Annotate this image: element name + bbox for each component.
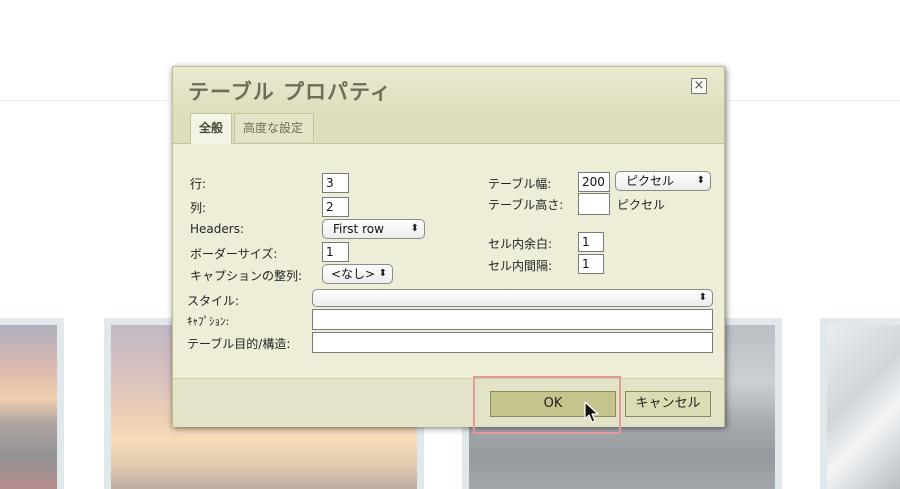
mouse-pointer-icon	[584, 401, 599, 423]
cancel-button[interactable]: キャンセル	[625, 391, 711, 417]
headers-label: Headers:	[190, 222, 244, 236]
table-properties-dialog: テーブル プロパティ × 全般 高度な設定 行: 3 列: 2 Headers:…	[172, 66, 725, 427]
border-input[interactable]: 1	[322, 242, 349, 262]
close-icon[interactable]: ×	[691, 78, 707, 94]
caption-align-value: <なし>	[331, 267, 376, 281]
cols-label: 列:	[190, 201, 207, 215]
cellpadding-label: セル内余白:	[488, 237, 553, 251]
dialog-footer: OK キャンセル	[173, 378, 724, 427]
caption-align-select[interactable]: <なし> ⬍	[322, 264, 393, 284]
dialog-tabs: 全般 高度な設定	[173, 113, 724, 144]
cellspacing-label: セル内間隔:	[488, 259, 553, 273]
chevron-updown-icon: ⬍	[696, 175, 705, 186]
caption-label: ｷｬﾌﾟｼｮﾝ:	[187, 315, 230, 328]
tab-general[interactable]: 全般	[190, 113, 232, 144]
tab-advanced[interactable]: 高度な設定	[234, 113, 314, 142]
chevron-updown-icon: ⬍	[698, 292, 707, 303]
width-input[interactable]: 200	[578, 172, 610, 192]
summary-label: テーブル目的/構造:	[187, 337, 291, 351]
width-label: テーブル幅:	[488, 177, 552, 191]
dialog-titlebar: テーブル プロパティ ×	[173, 67, 724, 113]
headers-select[interactable]: First row ⬍	[322, 219, 425, 239]
height-unit-label: ピクセル	[617, 198, 666, 212]
style-select[interactable]: ⬍	[312, 289, 713, 307]
cellpadding-input[interactable]: 1	[578, 232, 604, 252]
chevron-updown-icon: ⬍	[410, 223, 419, 234]
style-label: スタイル:	[187, 294, 240, 308]
headers-select-value: First row	[333, 222, 384, 236]
chevron-updown-icon: ⬍	[378, 268, 387, 279]
width-unit-select[interactable]: ピクセル ⬍	[615, 171, 711, 191]
cols-input[interactable]: 2	[322, 197, 349, 217]
border-label: ボーダーサイズ:	[190, 247, 278, 261]
width-unit-value: ピクセル	[626, 174, 675, 188]
cellspacing-input[interactable]: 1	[578, 254, 604, 274]
caption-align-label: キャプションの整列:	[190, 269, 303, 283]
summary-input[interactable]	[312, 332, 713, 353]
rows-input[interactable]: 3	[322, 173, 349, 193]
caption-input[interactable]	[312, 309, 713, 330]
height-label: テーブル高さ:	[488, 198, 564, 212]
dialog-title: テーブル プロパティ	[188, 80, 392, 104]
height-input[interactable]	[578, 193, 610, 215]
rows-label: 行:	[190, 177, 207, 191]
